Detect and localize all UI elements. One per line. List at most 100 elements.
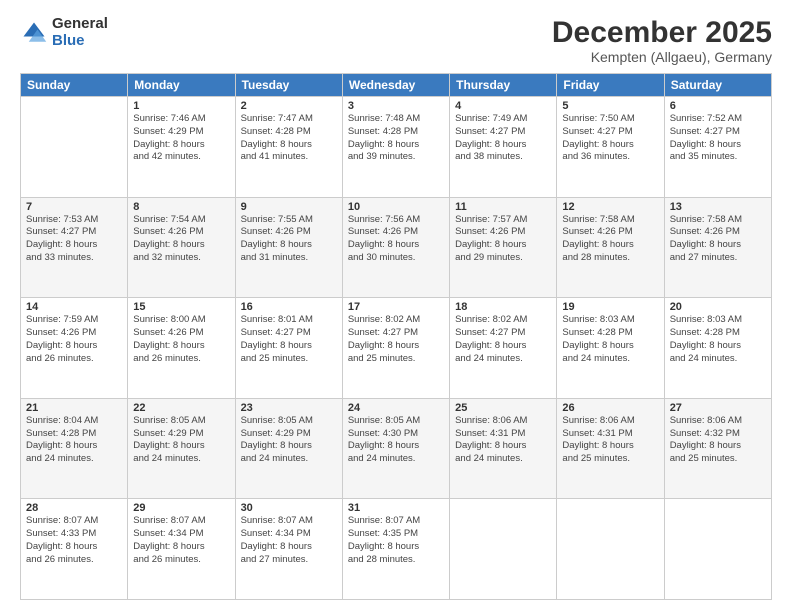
day-number: 13 [670, 201, 766, 213]
day-number: 18 [455, 301, 551, 313]
day-number: 8 [133, 201, 229, 213]
weekday-header-wednesday: Wednesday [342, 74, 449, 97]
day-info: Sunrise: 8:05 AMSunset: 4:29 PMDaylight:… [133, 415, 229, 466]
calendar-week-1: 1Sunrise: 7:46 AMSunset: 4:29 PMDaylight… [21, 97, 772, 198]
day-number: 14 [26, 301, 122, 313]
calendar-cell: 10Sunrise: 7:56 AMSunset: 4:26 PMDayligh… [342, 197, 449, 298]
day-info: Sunrise: 7:47 AMSunset: 4:28 PMDaylight:… [241, 113, 337, 164]
day-info: Sunrise: 7:46 AMSunset: 4:29 PMDaylight:… [133, 113, 229, 164]
calendar-cell: 2Sunrise: 7:47 AMSunset: 4:28 PMDaylight… [235, 97, 342, 198]
calendar-cell [450, 499, 557, 600]
day-info: Sunrise: 7:53 AMSunset: 4:27 PMDaylight:… [26, 214, 122, 265]
calendar-week-5: 28Sunrise: 8:07 AMSunset: 4:33 PMDayligh… [21, 499, 772, 600]
calendar-cell: 1Sunrise: 7:46 AMSunset: 4:29 PMDaylight… [128, 97, 235, 198]
calendar-cell: 6Sunrise: 7:52 AMSunset: 4:27 PMDaylight… [664, 97, 771, 198]
header: General Blue December 2025 Kempten (Allg… [20, 16, 772, 65]
logo-general: General [52, 16, 108, 33]
calendar-cell: 20Sunrise: 8:03 AMSunset: 4:28 PMDayligh… [664, 298, 771, 399]
calendar-week-3: 14Sunrise: 7:59 AMSunset: 4:26 PMDayligh… [21, 298, 772, 399]
calendar-cell: 22Sunrise: 8:05 AMSunset: 4:29 PMDayligh… [128, 398, 235, 499]
day-info: Sunrise: 7:50 AMSunset: 4:27 PMDaylight:… [562, 113, 658, 164]
day-info: Sunrise: 8:05 AMSunset: 4:29 PMDaylight:… [241, 415, 337, 466]
calendar-cell [664, 499, 771, 600]
calendar-cell: 23Sunrise: 8:05 AMSunset: 4:29 PMDayligh… [235, 398, 342, 499]
calendar-cell: 7Sunrise: 7:53 AMSunset: 4:27 PMDaylight… [21, 197, 128, 298]
calendar-cell: 24Sunrise: 8:05 AMSunset: 4:30 PMDayligh… [342, 398, 449, 499]
calendar-cell: 13Sunrise: 7:58 AMSunset: 4:26 PMDayligh… [664, 197, 771, 298]
day-info: Sunrise: 7:56 AMSunset: 4:26 PMDaylight:… [348, 214, 444, 265]
day-number: 12 [562, 201, 658, 213]
day-number: 2 [241, 100, 337, 112]
weekday-header-thursday: Thursday [450, 74, 557, 97]
day-number: 16 [241, 301, 337, 313]
day-number: 23 [241, 402, 337, 414]
calendar-cell: 31Sunrise: 8:07 AMSunset: 4:35 PMDayligh… [342, 499, 449, 600]
day-number: 29 [133, 502, 229, 514]
day-info: Sunrise: 7:59 AMSunset: 4:26 PMDaylight:… [26, 314, 122, 365]
day-info: Sunrise: 7:52 AMSunset: 4:27 PMDaylight:… [670, 113, 766, 164]
day-number: 4 [455, 100, 551, 112]
calendar-cell: 5Sunrise: 7:50 AMSunset: 4:27 PMDaylight… [557, 97, 664, 198]
day-number: 25 [455, 402, 551, 414]
day-info: Sunrise: 8:07 AMSunset: 4:34 PMDaylight:… [241, 515, 337, 566]
day-info: Sunrise: 7:58 AMSunset: 4:26 PMDaylight:… [670, 214, 766, 265]
calendar-cell [21, 97, 128, 198]
calendar-cell: 9Sunrise: 7:55 AMSunset: 4:26 PMDaylight… [235, 197, 342, 298]
calendar-cell: 15Sunrise: 8:00 AMSunset: 4:26 PMDayligh… [128, 298, 235, 399]
day-info: Sunrise: 8:00 AMSunset: 4:26 PMDaylight:… [133, 314, 229, 365]
weekday-header-friday: Friday [557, 74, 664, 97]
calendar-cell: 14Sunrise: 7:59 AMSunset: 4:26 PMDayligh… [21, 298, 128, 399]
calendar-cell: 18Sunrise: 8:02 AMSunset: 4:27 PMDayligh… [450, 298, 557, 399]
calendar-cell: 21Sunrise: 8:04 AMSunset: 4:28 PMDayligh… [21, 398, 128, 499]
day-number: 26 [562, 402, 658, 414]
day-number: 24 [348, 402, 444, 414]
day-info: Sunrise: 8:01 AMSunset: 4:27 PMDaylight:… [241, 314, 337, 365]
day-info: Sunrise: 8:06 AMSunset: 4:31 PMDaylight:… [562, 415, 658, 466]
day-info: Sunrise: 7:55 AMSunset: 4:26 PMDaylight:… [241, 214, 337, 265]
day-info: Sunrise: 8:02 AMSunset: 4:27 PMDaylight:… [348, 314, 444, 365]
weekday-header-sunday: Sunday [21, 74, 128, 97]
location-subtitle: Kempten (Allgaeu), Germany [552, 49, 772, 65]
calendar-cell: 30Sunrise: 8:07 AMSunset: 4:34 PMDayligh… [235, 499, 342, 600]
calendar-cell: 25Sunrise: 8:06 AMSunset: 4:31 PMDayligh… [450, 398, 557, 499]
calendar-cell: 29Sunrise: 8:07 AMSunset: 4:34 PMDayligh… [128, 499, 235, 600]
day-info: Sunrise: 7:49 AMSunset: 4:27 PMDaylight:… [455, 113, 551, 164]
day-number: 22 [133, 402, 229, 414]
day-number: 21 [26, 402, 122, 414]
calendar-cell: 12Sunrise: 7:58 AMSunset: 4:26 PMDayligh… [557, 197, 664, 298]
day-number: 20 [670, 301, 766, 313]
month-title: December 2025 [552, 16, 772, 49]
day-number: 5 [562, 100, 658, 112]
calendar-cell: 16Sunrise: 8:01 AMSunset: 4:27 PMDayligh… [235, 298, 342, 399]
calendar: SundayMondayTuesdayWednesdayThursdayFrid… [20, 73, 772, 600]
day-info: Sunrise: 8:07 AMSunset: 4:33 PMDaylight:… [26, 515, 122, 566]
calendar-week-2: 7Sunrise: 7:53 AMSunset: 4:27 PMDaylight… [21, 197, 772, 298]
page: General Blue December 2025 Kempten (Allg… [0, 0, 792, 612]
calendar-cell: 8Sunrise: 7:54 AMSunset: 4:26 PMDaylight… [128, 197, 235, 298]
day-number: 10 [348, 201, 444, 213]
day-number: 30 [241, 502, 337, 514]
day-number: 9 [241, 201, 337, 213]
day-number: 15 [133, 301, 229, 313]
weekday-header-row: SundayMondayTuesdayWednesdayThursdayFrid… [21, 74, 772, 97]
weekday-header-saturday: Saturday [664, 74, 771, 97]
day-number: 7 [26, 201, 122, 213]
calendar-cell [557, 499, 664, 600]
day-info: Sunrise: 8:07 AMSunset: 4:34 PMDaylight:… [133, 515, 229, 566]
day-info: Sunrise: 7:57 AMSunset: 4:26 PMDaylight:… [455, 214, 551, 265]
day-number: 28 [26, 502, 122, 514]
day-info: Sunrise: 7:48 AMSunset: 4:28 PMDaylight:… [348, 113, 444, 164]
day-info: Sunrise: 8:06 AMSunset: 4:31 PMDaylight:… [455, 415, 551, 466]
weekday-header-monday: Monday [128, 74, 235, 97]
logo: General Blue [20, 16, 108, 49]
day-number: 17 [348, 301, 444, 313]
day-info: Sunrise: 7:54 AMSunset: 4:26 PMDaylight:… [133, 214, 229, 265]
day-number: 6 [670, 100, 766, 112]
day-info: Sunrise: 8:06 AMSunset: 4:32 PMDaylight:… [670, 415, 766, 466]
calendar-cell: 19Sunrise: 8:03 AMSunset: 4:28 PMDayligh… [557, 298, 664, 399]
day-number: 3 [348, 100, 444, 112]
day-info: Sunrise: 8:07 AMSunset: 4:35 PMDaylight:… [348, 515, 444, 566]
day-info: Sunrise: 8:03 AMSunset: 4:28 PMDaylight:… [670, 314, 766, 365]
calendar-cell: 28Sunrise: 8:07 AMSunset: 4:33 PMDayligh… [21, 499, 128, 600]
title-area: December 2025 Kempten (Allgaeu), Germany [552, 16, 772, 65]
